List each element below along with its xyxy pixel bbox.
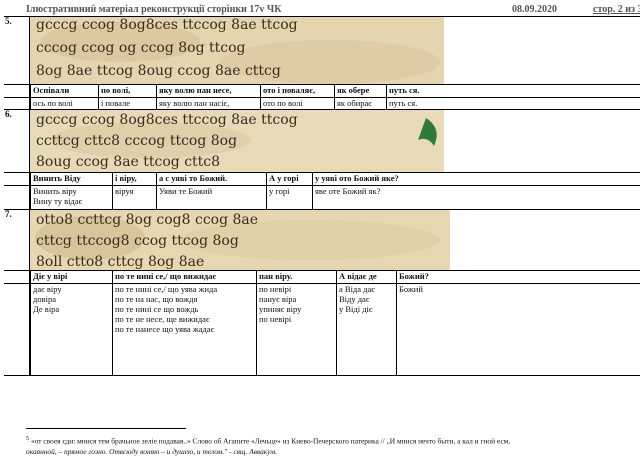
table-cell: у горі: [266, 186, 312, 209]
table-header-cell: по те нині се,/ що вижидає: [112, 271, 256, 283]
cell-line: Де віра: [33, 304, 60, 314]
cell-line: по те на нас, що вождя: [115, 294, 198, 304]
table-header-cell: ото і поваляє,: [260, 85, 334, 97]
manuscript-texture: otto8 ccttcg 8og cog8 ccog 8ae cttcg ttc…: [30, 210, 450, 270]
table-header-cell: Діє у вірі: [30, 271, 112, 283]
table-cell: Божий: [396, 284, 444, 375]
manuscript-line: cccog ccog og ccog 8og ttcog: [36, 40, 246, 56]
cell-line: у горі: [269, 186, 290, 196]
manuscript-texture: gcccg ccog 8og8ces ttccog 8ae ttcog ccco…: [30, 17, 444, 84]
table-header-cell: Винить Віду: [30, 173, 112, 185]
cell-line: довіра: [33, 294, 56, 304]
section-number: 6.: [4, 109, 30, 209]
cell-line: а Віда дає: [339, 284, 375, 294]
cell-line: упиняє віру: [259, 304, 302, 314]
cell-line: Уяви те Божий: [159, 186, 213, 196]
table-cell: і повале: [98, 98, 156, 109]
cell-line: Божий: [399, 284, 423, 294]
cell-line: по те нанесе що уява жадає: [115, 324, 215, 334]
table-cell: яве оте Божий як?: [312, 186, 444, 209]
cell-line: Вину ту відає: [33, 196, 83, 206]
table-cell: путь ся.: [386, 98, 444, 109]
table-header-cell: путь ся.: [386, 85, 444, 97]
document-title: Ілюстративний матеріал реконструкції сто…: [26, 4, 282, 15]
table-cell: по невірі панує віра упиняє віру по неві…: [256, 284, 336, 375]
table-header-cell: а с уяві то Божий.: [156, 173, 266, 185]
footnote-marker: 5: [26, 436, 30, 442]
cell-line: по те не несе, ще вижидає: [115, 314, 210, 324]
cell-line: яве оте Божий як?: [315, 186, 381, 196]
section-number: 5.: [4, 16, 30, 109]
cell-line: путь ся.: [389, 98, 418, 108]
cell-line: яку волю пан насіє,: [159, 98, 230, 108]
manuscript-image: otto8 ccttcg 8og cog8 ccog 8ae cttcg ttc…: [30, 210, 450, 270]
manuscript-line: cttcg ttccog8 ccog ttcog 8og: [36, 233, 239, 249]
table-header-cell: у уяві ото Божий яке?: [312, 173, 444, 185]
table-header-cell: як обере: [334, 85, 386, 97]
manuscript-line: 8og 8ae ttcog 8oug ccog 8ae cttcg: [36, 63, 281, 79]
manuscript-line: 8oll ctto8 cttcg 8og 8ae: [36, 254, 204, 270]
table-cell: віруя: [112, 186, 156, 209]
manuscript-texture: gcccg ccog 8og8ces ttccog 8ae ttcog cctt…: [30, 110, 444, 172]
cell-line: Віду дає: [339, 294, 370, 304]
table-cell: Винить віру Вину ту відає: [30, 186, 112, 209]
table-cell: а Віда дає Віду дає у Віді діє: [336, 284, 396, 375]
table-header-cell: А відає де: [336, 271, 396, 283]
reconstruction-table: 5. gcccg ccog 8og8ces ttccog 8ae ttcog c…: [4, 16, 640, 376]
table-cell: дає віру довіра Де віра: [30, 284, 112, 375]
cell-line: у Віді діє: [339, 304, 373, 314]
cell-line: віруя: [115, 186, 134, 196]
table-header-cell: А у горі: [266, 173, 312, 185]
table-header-cell: Божий?: [396, 271, 444, 283]
table-header-cell: Оспівали: [30, 85, 98, 97]
footnote-separator: [26, 428, 186, 429]
table-header-cell: яку волю пан несе,: [156, 85, 260, 97]
cell-line: по невірі: [259, 314, 292, 324]
table-cell: ото по волі: [260, 98, 334, 109]
cell-line: дає віру: [33, 284, 62, 294]
manuscript-line: gcccg ccog 8og8ces ttccog 8ae ttcog: [36, 112, 298, 128]
table-cell: по те нині се,/ що уява жида по те на на…: [112, 284, 256, 375]
cell-line: і повале: [101, 98, 131, 108]
manuscript-image: gcccg ccog 8og8ces ttccog 8ae ttcog ccco…: [30, 17, 444, 84]
manuscript-line: gcccg ccog 8og8ces ttccog 8ae ttcog: [36, 17, 298, 33]
manuscript-image: gcccg ccog 8og8ces ttccog 8ae ttcog cctt…: [30, 110, 444, 172]
section-number: 7.: [4, 209, 30, 375]
manuscript-line: 8oug ccog 8ae ttcog cttc8: [36, 154, 220, 170]
cell-line: панує віра: [259, 294, 297, 304]
table-cell: ось по волі: [30, 98, 98, 109]
footnote: 5 «от своея єди: мнися тем брачьное зелі…: [26, 434, 640, 457]
cell-line: по те нині се що вождь: [115, 304, 199, 314]
manuscript-line: ccttcg cttc8 cccog ttcog 8og: [36, 133, 237, 149]
table-header-cell: і віру,: [112, 173, 156, 185]
document-date: 08.09.2020: [512, 4, 557, 15]
page-number: стор. 2 из 3: [593, 4, 640, 15]
cell-line: ось по волі: [33, 98, 73, 108]
footnote-text: «от своея єди: мнися тем брачьное зеліе …: [30, 436, 511, 446]
cell-line: ото по волі: [263, 98, 303, 108]
table-cell: яку волю пан насіє,: [156, 98, 260, 109]
table-header-cell: по волі,: [98, 85, 156, 97]
table-cell: як обирає: [334, 98, 386, 109]
footnote-text: окаянной, – прямое гоэно. Отвсюду воняю …: [26, 447, 277, 457]
cell-line: як обирає: [337, 98, 372, 108]
cell-line: по невірі: [259, 284, 292, 294]
cell-line: Винить віру: [33, 186, 77, 196]
table-header-cell: пан віру.: [256, 271, 336, 283]
manuscript-line: otto8 ccttcg 8og cog8 ccog 8ae: [36, 212, 258, 228]
table-border: [4, 375, 640, 376]
table-cell: Уяви те Божий: [156, 186, 266, 209]
cell-line: по те нині се,/ що уява жида: [115, 284, 218, 294]
